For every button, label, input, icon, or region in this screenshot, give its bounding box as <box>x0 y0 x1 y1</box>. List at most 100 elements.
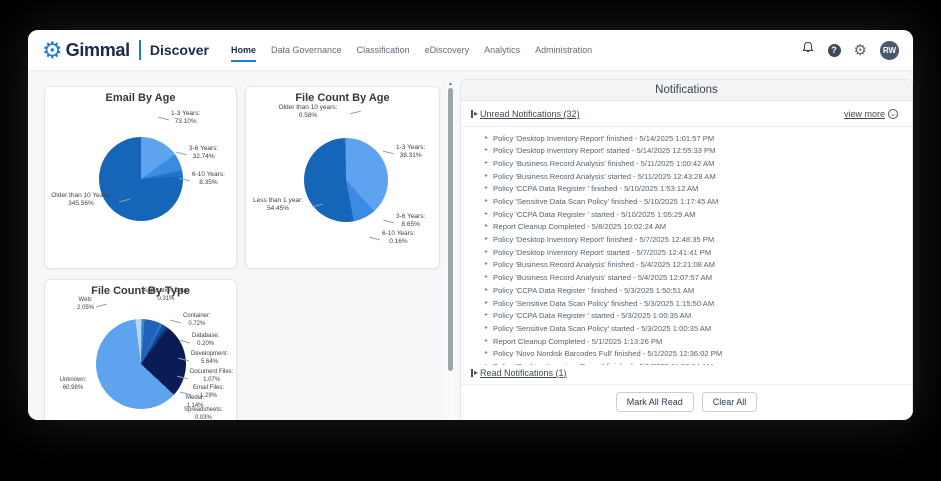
pie-label: Older than 10 years:0.58% <box>268 104 348 121</box>
notification-bullet-icon: ▸ <box>485 235 488 245</box>
desktop-background: Gimmal Discover Home Data Governance Cla… <box>0 0 941 481</box>
nav-item-classification[interactable]: Classification <box>357 38 410 62</box>
nav-item-data-governance[interactable]: Data Governance <box>271 38 342 62</box>
charts-scrollbar[interactable]: ▲ ▼ <box>446 81 455 420</box>
notification-bullet-icon: ▸ <box>485 260 488 270</box>
unread-notifications-toggle[interactable]: Unread Notifications (32) <box>471 109 580 119</box>
notification-item[interactable]: ▸Policy 'CCPA Data Register ' finished -… <box>485 183 898 196</box>
notification-item[interactable]: ▸ Policy 'Desktop Inventory Report' finis… <box>485 234 898 247</box>
pie-label: Database:0.20% <box>192 333 219 349</box>
nav-item-administration[interactable]: Administration <box>535 38 592 62</box>
notification-item[interactable]: ▸Policy 'Desktop Inventory Report' start… <box>485 145 898 158</box>
gimmal-logo-icon <box>42 39 63 62</box>
pie-label: Application Data:0.31% <box>135 288 197 304</box>
nav-item-home[interactable]: Home <box>231 38 256 62</box>
mark-all-read-button[interactable]: Mark All Read <box>616 392 694 412</box>
notification-text: Policy 'CCPA Data Register ' started - 5… <box>493 311 691 321</box>
notification-bullet-icon: ▸ <box>485 299 488 309</box>
notification-bullet-icon: ▸ <box>485 311 488 321</box>
notification-bullet-icon: ▸ <box>485 210 488 220</box>
notification-bullet-icon: ▸ <box>485 286 488 296</box>
notification-item[interactable]: ▸ Policy 'Business Record Analysis' finis… <box>485 259 898 272</box>
view-more-link[interactable]: view more <box>844 109 885 119</box>
notification-item[interactable]: ▸Report Cleanup Completed - 5/8/2025 10:… <box>485 221 898 234</box>
read-notifications-link[interactable]: Read Notifications (1) <box>480 368 567 378</box>
notification-text: Policy 'Business Record Analysis' finish… <box>493 260 715 270</box>
main-content: Email By Age 1-3 Years:73.10% 3-6 Years:… <box>28 70 913 420</box>
notification-text: Policy 'CCPA Data Register ' started - 5… <box>493 210 695 220</box>
notification-item[interactable]: ▸Policy 'Sensitive Data Scan Policy' fin… <box>485 297 898 310</box>
notification-item[interactable]: ▸Policy 'Novo Nordisk Barcodes Full' fin… <box>485 348 898 361</box>
notification-item[interactable]: ▸Policy 'Business Record Analysis' finis… <box>485 157 898 170</box>
notifications-header: Notifications <box>461 80 912 101</box>
notification-item[interactable]: ▸Policy 'Desktop Inventory Report' finis… <box>485 132 898 145</box>
chart-card-email-by-age: Email By Age 1-3 Years:73.10% 3-6 Years:… <box>44 86 237 269</box>
pie-label: 3-6 Years:32.74% <box>189 145 218 162</box>
view-more-control[interactable]: view more <box>844 109 898 119</box>
pie-label: 1-3 Years:38.31% <box>396 144 425 161</box>
pie-label: 6-10 Years:8.35% <box>192 171 225 188</box>
pie-label: Web:2.05% <box>77 297 94 313</box>
notification-item[interactable]: ▸Report Cleanup Completed - 5/1/2025 1:1… <box>485 335 898 348</box>
notification-text: Policy 'Business Record Analysis' starte… <box>493 273 712 283</box>
notification-bullet-icon: ▸ <box>485 324 488 334</box>
nav-item-analytics[interactable]: Analytics <box>484 38 520 62</box>
notification-item[interactable]: ▸ Policy 'CCPA Data Register ' started - … <box>485 208 898 221</box>
brand-name: Gimmal <box>66 40 130 61</box>
scroll-down-arrow-icon[interactable]: ▼ <box>446 419 455 420</box>
notification-item[interactable]: ▸ Policy 'CCPA Data Register ' started - … <box>485 310 898 323</box>
notifications-panel: Notifications Unread Notifications (32) … <box>460 79 913 420</box>
expand-section-icon <box>471 369 478 377</box>
help-icon[interactable] <box>828 44 841 57</box>
pie-label: Less than 1 year:54.45% <box>246 197 310 214</box>
user-avatar[interactable]: RW <box>880 41 899 60</box>
notification-text: Policy 'Desktop Inventory Report' starte… <box>493 248 711 258</box>
bell-icon[interactable] <box>801 40 815 60</box>
pie-label: 6-10 Years:0.16% <box>382 230 415 247</box>
notification-item[interactable]: ▸Policy 'Business Record Analysis' start… <box>485 272 898 285</box>
notification-item[interactable]: ▸Policy 'Sensitive Data Scan Policy' fin… <box>485 195 898 208</box>
notification-text: Policy 'Desktop Inventory Report' starte… <box>493 146 715 156</box>
notification-text: Report Cleanup Completed - 5/8/2025 10:0… <box>493 222 666 232</box>
pie-chart-file-count-by-age[interactable] <box>304 138 388 222</box>
notifications-footer: Mark All Read Clear All <box>461 385 912 420</box>
notification-bullet-icon: ▸ <box>485 134 488 144</box>
chart-title: Email By Age <box>45 87 236 104</box>
notification-bullet-icon: ▸ <box>485 337 488 347</box>
scrollbar-thumb[interactable] <box>448 88 453 371</box>
notification-item[interactable]: ▸ Policy 'CCPA Data Register ' finished -… <box>485 284 898 297</box>
notification-text: Policy 'Sensitive Data Scan Policy' star… <box>493 324 711 334</box>
app-window: Gimmal Discover Home Data Governance Cla… <box>28 30 913 420</box>
scroll-up-arrow-icon[interactable]: ▲ <box>446 81 455 87</box>
chart-card-file-count-by-age: File Count By Age Older than 10 years:0.… <box>245 86 440 269</box>
view-more-icon <box>888 109 898 119</box>
pie-label: Container:0.72% <box>183 313 211 329</box>
pie-label: Spreadsheets:0.03% <box>184 407 223 420</box>
settings-gear-icon[interactable] <box>854 43 867 58</box>
pie-label: Unknown:60.98% <box>47 377 99 393</box>
pie-label: 1-3 Years:73.10% <box>171 110 200 127</box>
notification-item[interactable]: ▸Policy 'Desktop Inventory Report' start… <box>485 246 898 259</box>
gimmal-brand[interactable]: Gimmal Discover <box>42 39 209 62</box>
nav-item-ediscovery[interactable]: eDiscovery <box>425 38 470 62</box>
notification-bullet-icon: ▸ <box>485 172 488 182</box>
chart-card-file-count-by-type: File Count By Type Web:2.05% Application… <box>44 279 237 420</box>
brand-separator <box>139 40 141 60</box>
notification-text: Policy 'CCPA Data Register ' finished - … <box>493 286 694 296</box>
notification-text: Policy 'Desktop Inventory Report' finish… <box>493 235 714 245</box>
notification-bullet-icon: ▸ <box>485 197 488 207</box>
notification-item[interactable]: ▸ Policy 'Sensitive Data Scan Policy' sta… <box>485 322 898 335</box>
pie-label: 3-6 Years:8.65% <box>396 213 425 230</box>
unread-notifications-link[interactable]: Unread Notifications (32) <box>480 109 580 119</box>
read-notifications-toggle[interactable]: Read Notifications (1) <box>471 368 898 378</box>
notifications-toolbar: Unread Notifications (32) view more <box>461 101 912 127</box>
notification-item[interactable]: ▸Policy 'Business Record Analysis' start… <box>485 170 898 183</box>
notification-text: Policy 'Novo Nordisk Barcodes Full' fini… <box>493 349 722 359</box>
product-name: Discover <box>150 42 209 58</box>
pie-label: Development:5.64% <box>191 351 228 367</box>
notification-bullet-icon: ▸ <box>485 159 488 169</box>
top-navbar: Gimmal Discover Home Data Governance Cla… <box>28 30 913 70</box>
clear-all-button[interactable]: Clear All <box>702 392 758 412</box>
pie-chart-file-count-by-type[interactable] <box>96 319 186 409</box>
pie-label: Older than 10 Years:345.56% <box>45 192 117 209</box>
